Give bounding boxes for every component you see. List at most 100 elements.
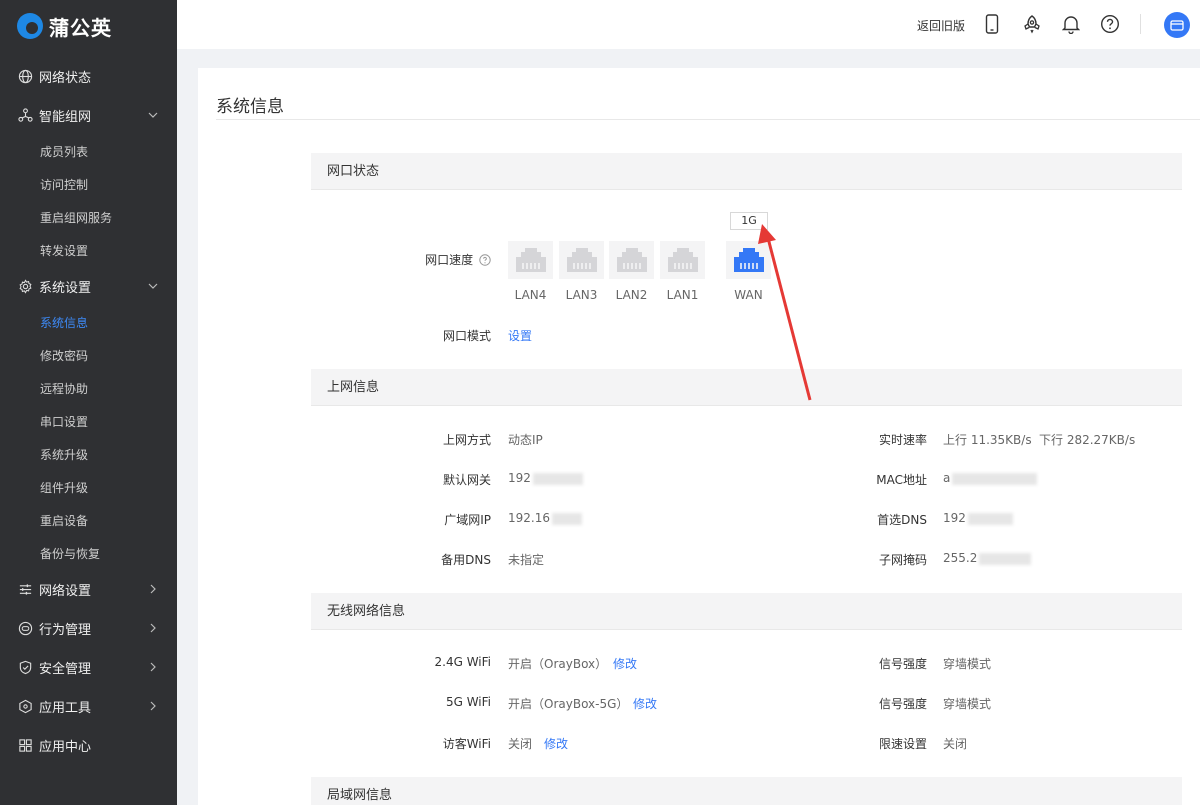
redacted-blur: [532, 472, 583, 485]
sidebar-subitem-serial[interactable]: 串口设置: [0, 405, 177, 438]
ethernet-port-icon: [515, 248, 546, 272]
sidebar-subitem-restart-network[interactable]: 重启组网服务: [0, 201, 177, 234]
sidebar-item-behavior[interactable]: 行为管理: [0, 609, 177, 648]
realtime-rate-label: 实时速率: [878, 433, 927, 447]
wifi-24g-edit-link[interactable]: 修改: [613, 655, 637, 672]
sidebar-item-network-status[interactable]: 网络状态: [0, 57, 177, 96]
signal-strength-5g-label: 信号强度: [878, 697, 927, 711]
sidebar-subitem-remote-assist[interactable]: 远程协助: [0, 372, 177, 405]
sidebar-item-label: 网络设置: [39, 584, 92, 599]
sidebar-item-security[interactable]: 安全管理: [0, 648, 177, 687]
network-icon: [17, 108, 33, 124]
guest-wifi-label: 访客WiFi: [442, 737, 491, 751]
sidebar-item-label: 安全管理: [39, 662, 92, 677]
chevron-right-icon: [150, 662, 156, 672]
redacted-blur: [952, 472, 1038, 485]
redacted-blur: [979, 552, 1032, 565]
globe-icon: [17, 69, 33, 85]
avatar[interactable]: [1164, 12, 1190, 38]
wan-ip-value-text: 192.16: [508, 511, 550, 525]
primary-dns-value-text: 192: [943, 511, 966, 525]
section-wireless-info: 无线网络信息: [311, 593, 1182, 630]
rate-limit-value: 关闭: [943, 737, 968, 751]
signal-strength-5g-value: 穿墙模式: [943, 697, 992, 711]
logo[interactable]: 蒲公英: [0, 0, 177, 52]
chevron-down-icon: [148, 112, 158, 118]
sidebar-subitem-backup[interactable]: 备份与恢复: [0, 537, 177, 570]
gear-icon: [17, 279, 33, 295]
sidebar-subitem-members[interactable]: 成员列表: [0, 135, 177, 168]
backup-dns-label: 备用DNS: [441, 553, 491, 567]
chevron-right-icon: [150, 701, 156, 711]
sidebar-subitem-system-info[interactable]: 系统信息: [0, 306, 177, 339]
sidebar-item-label: 应用中心: [39, 740, 92, 755]
top-bar: 返回旧版: [177, 0, 1200, 49]
mac-value-text: a: [943, 471, 951, 485]
ethernet-port-active-icon: [733, 248, 764, 272]
section-internet-info: 上网信息: [311, 369, 1182, 406]
guest-wifi-edit-link[interactable]: 修改: [544, 735, 568, 752]
bell-icon[interactable]: [1060, 13, 1082, 35]
port-mode-settings-link[interactable]: 设置: [508, 327, 532, 344]
wallet-icon: [1170, 19, 1184, 31]
mobile-icon[interactable]: [981, 13, 1003, 35]
gateway-value-text: 192: [508, 471, 531, 485]
wifi-24g-value: 开启（OrayBox）: [508, 657, 608, 671]
ethernet-port-icon: [667, 248, 698, 272]
sidebar-subitem-change-password[interactable]: 修改密码: [0, 339, 177, 372]
sidebar-subitem-component-upgrade[interactable]: 组件升级: [0, 471, 177, 504]
rocket-icon[interactable]: [1021, 13, 1043, 35]
cube-icon: [17, 699, 33, 715]
subnet-mask-label: 子网掩码: [878, 553, 927, 567]
section-port-status: 网口状态: [311, 153, 1182, 190]
port-lan1: [660, 241, 705, 279]
help-icon[interactable]: [479, 254, 491, 266]
sidebar-item-label: 应用工具: [39, 701, 92, 716]
wan-ip-value: 192.16: [508, 511, 582, 525]
port-lan3: [559, 241, 604, 279]
sidebar-subitem-upgrade[interactable]: 系统升级: [0, 438, 177, 471]
port-mode-label: 网口模式: [442, 329, 491, 343]
divider: [216, 119, 1200, 120]
mac-label: MAC地址: [876, 473, 927, 487]
wifi-5g-value: 开启（OrayBox-5G）: [508, 697, 629, 711]
port-label-lan1: LAN1: [666, 288, 699, 302]
wifi-5g-label: 5G WiFi: [445, 695, 491, 709]
sidebar-item-system-settings[interactable]: 系统设置: [0, 267, 177, 306]
chevron-right-icon: [150, 584, 156, 594]
port-speed-label-text: 网口速度: [425, 253, 474, 267]
sidebar-subitem-reboot[interactable]: 重启设备: [0, 504, 177, 537]
upload-rate-value: 上行 11.35KB/s: [943, 433, 1032, 447]
divider: [1140, 14, 1141, 34]
subnet-mask-value-text: 255.2: [943, 551, 978, 565]
wan-speed-badge: 1G: [730, 212, 768, 230]
main-card: 系统信息 网口状态 网口速度 1G LAN4 LAN3 LAN2 LAN1 WA…: [198, 68, 1200, 805]
sidebar-item-app-center[interactable]: 应用中心: [0, 726, 177, 765]
page-title: 系统信息: [216, 97, 284, 117]
subnet-mask-value: 255.2: [943, 551, 1032, 565]
sidebar-item-label: 智能组网: [39, 110, 92, 125]
wifi-5g-edit-link[interactable]: 修改: [633, 695, 657, 712]
backup-dns-value: 未指定: [508, 553, 545, 567]
mac-value: a: [943, 471, 1038, 485]
section-lan-info: 局域网信息: [311, 777, 1182, 805]
guest-wifi-value: 关闭: [508, 737, 533, 751]
behavior-icon: [17, 621, 33, 637]
sidebar-item-label: 网络状态: [39, 71, 92, 86]
grid-icon: [17, 738, 33, 754]
shield-icon: [17, 660, 33, 676]
gateway-value: 192: [508, 471, 583, 485]
back-to-old-version-link[interactable]: 返回旧版: [917, 17, 965, 34]
sidebar-subitem-access-control[interactable]: 访问控制: [0, 168, 177, 201]
sidebar-item-smart-network[interactable]: 智能组网: [0, 96, 177, 135]
sidebar-subitem-forwarding[interactable]: 转发设置: [0, 234, 177, 267]
download-rate-value: 下行 282.27KB/s: [1039, 433, 1136, 447]
gateway-label: 默认网关: [442, 473, 491, 487]
sidebar-item-label: 行为管理: [39, 623, 92, 638]
port-wan: [726, 241, 771, 279]
logo-text: 蒲公英: [49, 15, 112, 40]
sidebar-item-app-tools[interactable]: 应用工具: [0, 687, 177, 726]
sidebar-item-network-settings[interactable]: 网络设置: [0, 570, 177, 609]
primary-dns-value: 192: [943, 511, 1013, 525]
help-icon[interactable]: [1099, 13, 1121, 35]
